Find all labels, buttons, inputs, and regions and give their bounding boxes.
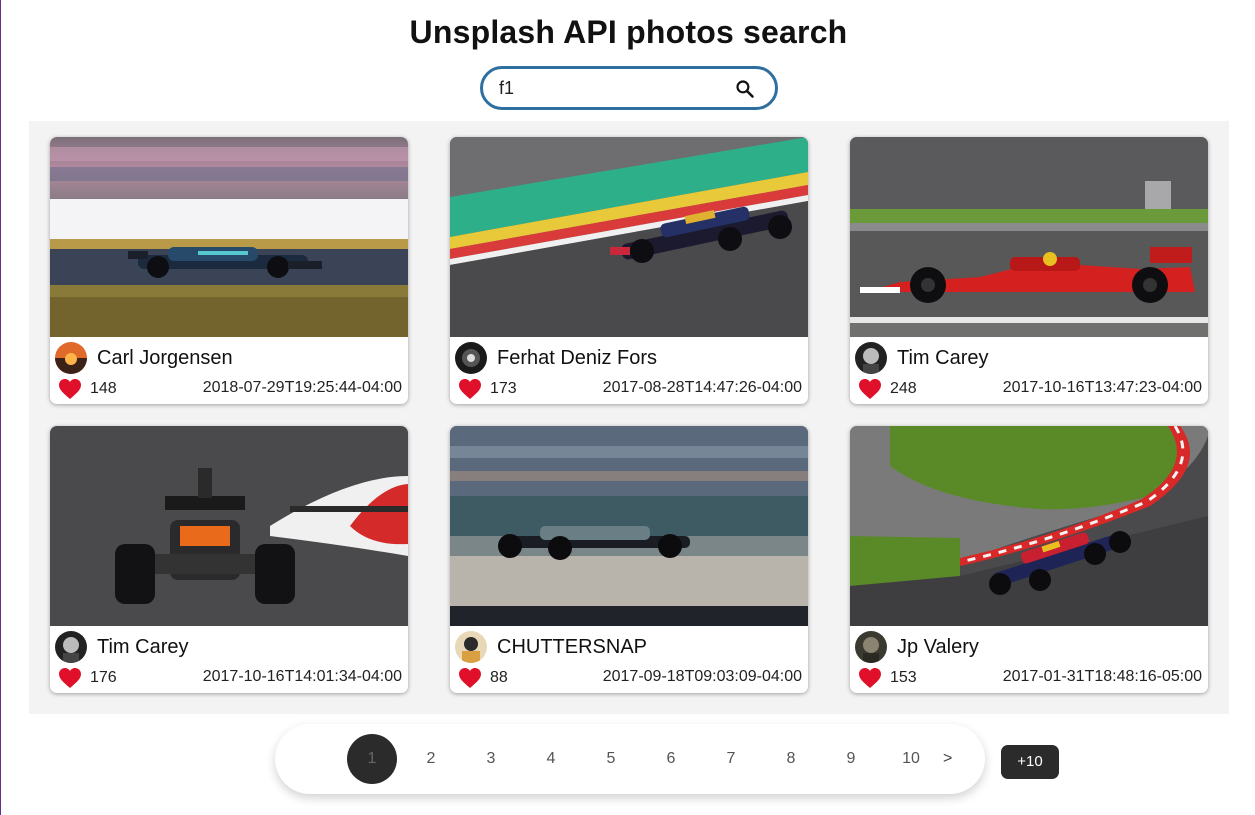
photo-image[interactable] (850, 137, 1208, 337)
heart-icon[interactable] (58, 667, 82, 689)
photo-card[interactable]: Tim Carey 176 2017-10-16T14:01:34-04:00 (50, 426, 408, 693)
likes-count: 176 (90, 669, 117, 686)
page-title: Unsplash API photos search (409, 14, 848, 50)
page-9[interactable]: 9 (826, 734, 876, 784)
author-avatar[interactable] (55, 631, 87, 663)
heart-icon[interactable] (458, 667, 482, 689)
photo-card[interactable]: CHUTTERSNAP 88 2017-09-18T09:03:09-04:00 (450, 426, 808, 693)
heart-icon[interactable] (858, 378, 882, 400)
pagination: 1 2 3 4 5 6 7 8 9 10 > (275, 724, 985, 794)
page-7[interactable]: 7 (706, 734, 756, 784)
search-icon[interactable] (735, 79, 755, 99)
likes-count: 148 (90, 380, 117, 397)
photo-card[interactable]: Carl Jorgensen 148 2018-07-29T19:25:44-0… (50, 137, 408, 404)
author-name[interactable]: Tim Carey (97, 636, 188, 659)
likes-count: 173 (490, 380, 517, 397)
page-3[interactable]: 3 (466, 734, 516, 784)
photo-image[interactable] (450, 137, 808, 337)
heart-icon[interactable] (58, 378, 82, 400)
photo-date: 2017-08-28T14:47:26-04:00 (602, 379, 802, 396)
author-name[interactable]: Tim Carey (897, 347, 988, 370)
next-page-button[interactable]: > (943, 734, 952, 784)
photo-grid: Carl Jorgensen 148 2018-07-29T19:25:44-0… (29, 121, 1229, 714)
heart-icon[interactable] (858, 667, 882, 689)
search-box[interactable] (480, 66, 778, 110)
jump-ten-pages-button[interactable]: +10 (1001, 745, 1059, 779)
author-avatar[interactable] (855, 342, 887, 374)
page-4[interactable]: 4 (526, 734, 576, 784)
photo-date: 2018-07-29T19:25:44-04:00 (202, 379, 402, 396)
likes-count: 88 (490, 669, 508, 686)
photo-date: 2017-09-18T09:03:09-04:00 (602, 668, 802, 685)
page-5[interactable]: 5 (586, 734, 636, 784)
author-avatar[interactable] (455, 342, 487, 374)
page-1[interactable]: 1 (347, 734, 397, 784)
photo-date: 2017-01-31T18:48:16-05:00 (1002, 668, 1202, 685)
photo-card[interactable]: Ferhat Deniz Fors 173 2017-08-28T14:47:2… (450, 137, 808, 404)
photo-image[interactable] (50, 426, 408, 626)
author-name[interactable]: CHUTTERSNAP (497, 636, 647, 659)
photo-card[interactable]: Tim Carey 248 2017-10-16T13:47:23-04:00 (850, 137, 1208, 404)
page-6[interactable]: 6 (646, 734, 696, 784)
author-name[interactable]: Jp Valery (897, 636, 979, 659)
author-name[interactable]: Carl Jorgensen (97, 347, 233, 370)
photo-date: 2017-10-16T14:01:34-04:00 (202, 668, 402, 685)
author-name[interactable]: Ferhat Deniz Fors (497, 347, 657, 370)
author-avatar[interactable] (855, 631, 887, 663)
photo-date: 2017-10-16T13:47:23-04:00 (1002, 379, 1202, 396)
heart-icon[interactable] (458, 378, 482, 400)
photo-image[interactable] (450, 426, 808, 626)
author-avatar[interactable] (455, 631, 487, 663)
page-2[interactable]: 2 (406, 734, 456, 784)
author-avatar[interactable] (55, 342, 87, 374)
photo-image[interactable] (850, 426, 1208, 626)
page-10[interactable]: 10 (886, 734, 936, 784)
likes-count: 248 (890, 380, 917, 397)
photo-image[interactable] (50, 137, 408, 337)
likes-count: 153 (890, 669, 917, 686)
search-input[interactable] (499, 77, 719, 99)
page-8[interactable]: 8 (766, 734, 816, 784)
photo-card[interactable]: Jp Valery 153 2017-01-31T18:48:16-05:00 (850, 426, 1208, 693)
